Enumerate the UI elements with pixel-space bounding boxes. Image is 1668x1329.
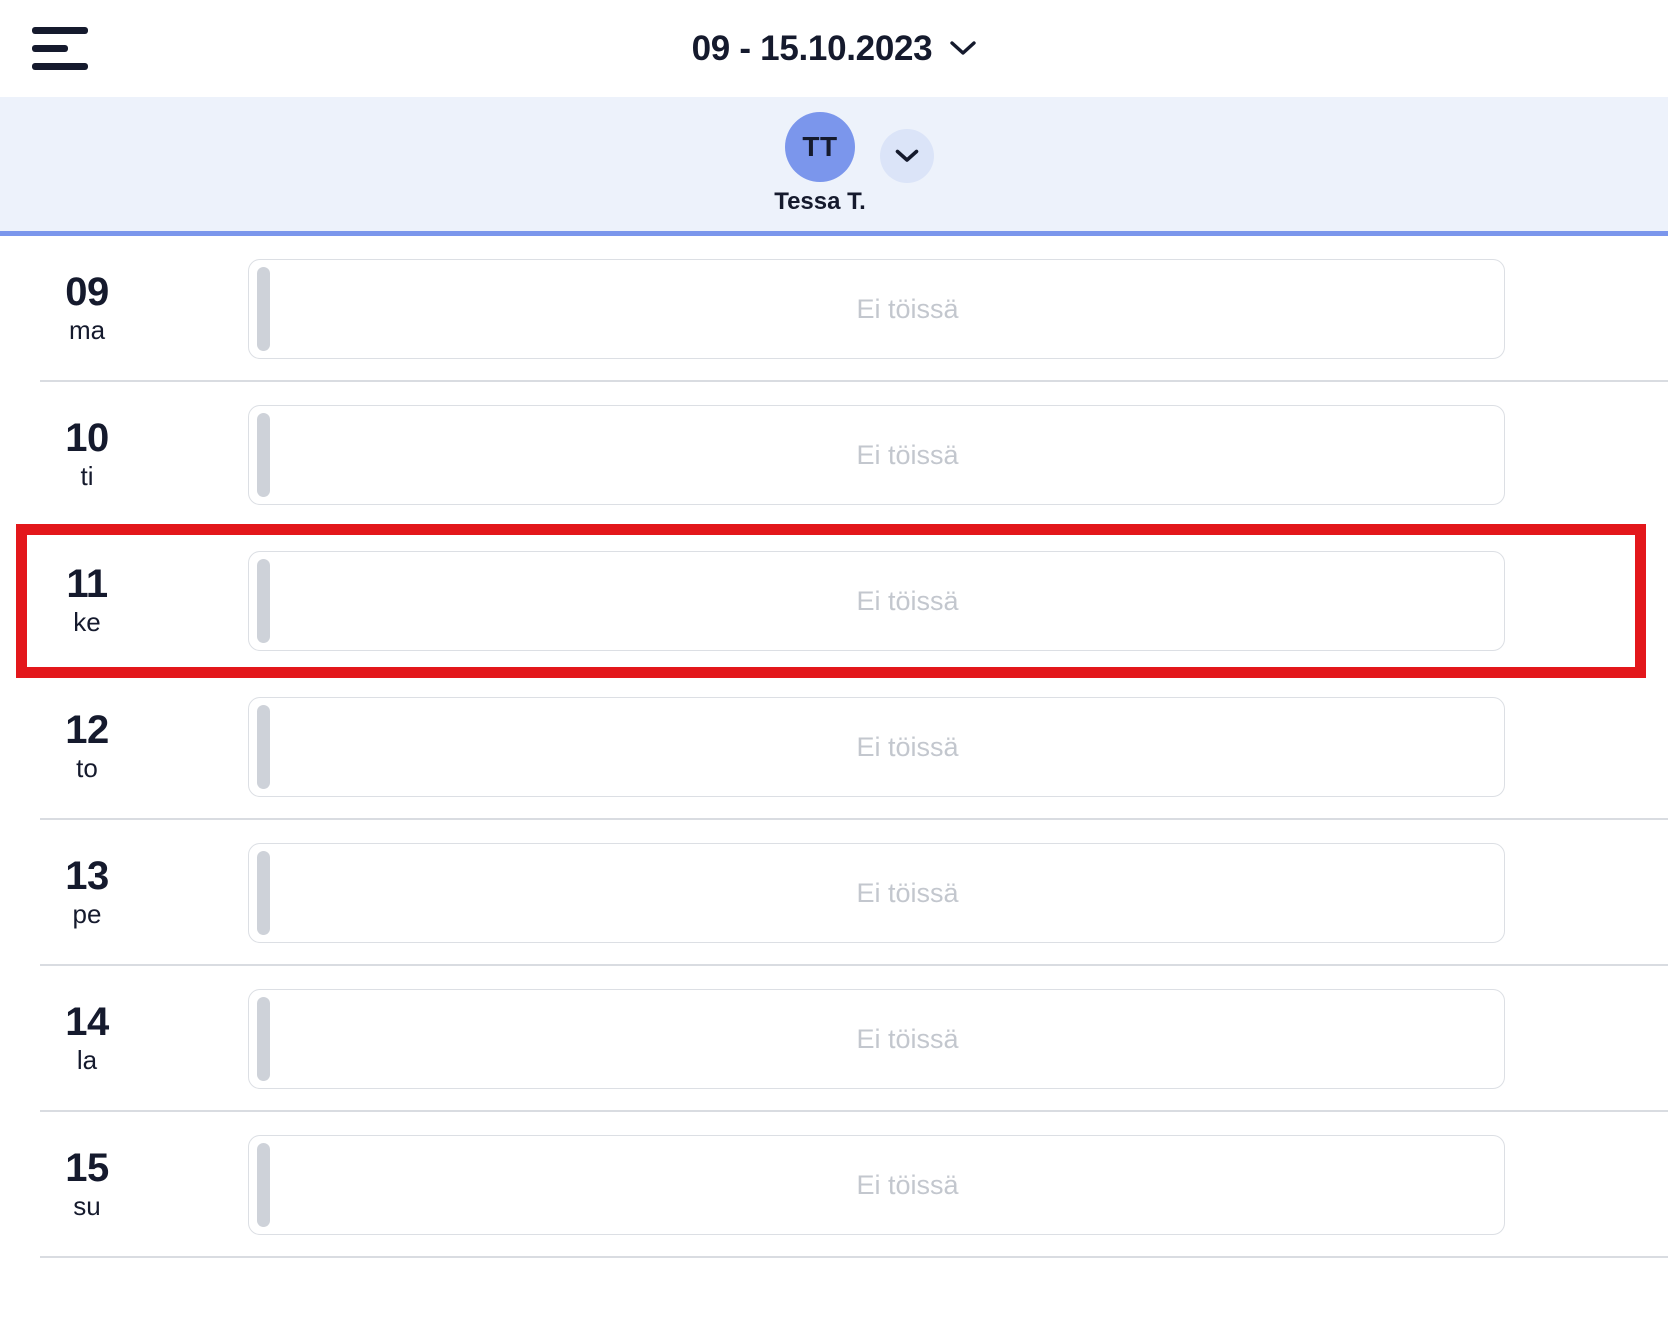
day-weekday-abbr: la [76,1045,98,1076]
shift-card-accent-bar [257,559,270,643]
day-date-cell: 09 ma [0,269,248,347]
row-divider [40,1256,1668,1258]
shift-card-accent-bar [257,267,270,351]
shift-card[interactable]: Ei töissä [248,1135,1505,1235]
weekly-schedule-screen: 09 - 15.10.2023 TT Tessa T. 09 ma Ei töiss… [0,0,1668,1329]
shift-status-label: Ei töissä [856,585,959,616]
shift-card[interactable]: Ei töissä [248,989,1505,1089]
user-name-label: Tessa T. [774,188,866,215]
day-row: 09 ma Ei töissä [0,236,1668,382]
day-date-cell: 11 ke [0,561,248,639]
day-row: 10 ti Ei töissä [0,382,1668,528]
day-row: 13 pe Ei töissä [0,820,1668,966]
day-weekday-abbr: to [76,753,98,784]
day-number: 14 [65,999,109,1044]
user-dropdown-button[interactable] [879,129,934,183]
user-selector-band: TT Tessa T. [0,97,1668,231]
chevron-down-icon [950,41,977,55]
day-weekday-abbr: ma [68,315,106,346]
chevron-down-icon [895,149,919,162]
page-title: 09 - 15.10.2023 [691,28,933,68]
current-user[interactable]: TT Tessa T. [774,112,866,216]
day-list: 09 ma Ei töissä 10 ti Ei töissä 11 ke Ei töissä 1… [0,236,1668,1258]
shift-status-label: Ei töissä [856,731,959,762]
day-weekday-abbr: ti [80,461,94,492]
day-row: 15 su Ei töissä [0,1112,1668,1258]
date-range-selector[interactable]: 09 - 15.10.2023 [0,29,1668,69]
day-number: 12 [65,707,109,752]
top-app-bar: 09 - 15.10.2023 [0,0,1668,97]
day-date-cell: 15 su [0,1145,248,1223]
day-number: 09 [65,269,109,314]
shift-card[interactable]: Ei töissä [248,405,1505,505]
shift-status-label: Ei töissä [856,293,959,324]
shift-card-accent-bar [257,997,270,1081]
shift-card[interactable]: Ei töissä [248,551,1505,651]
shift-card-accent-bar [257,1143,270,1227]
shift-status-label: Ei töissä [856,1023,959,1054]
day-date-cell: 13 pe [0,853,248,931]
shift-card[interactable]: Ei töissä [248,259,1505,359]
day-date-cell: 14 la [0,999,248,1077]
day-weekday-abbr: ke [73,607,101,638]
day-number: 13 [65,853,109,898]
shift-status-label: Ei töissä [856,439,959,470]
day-date-cell: 10 ti [0,415,248,493]
shift-card-accent-bar [257,705,270,789]
shift-card-accent-bar [257,851,270,935]
shift-status-label: Ei töissä [856,877,959,908]
shift-card[interactable]: Ei töissä [248,843,1505,943]
avatar: TT [784,112,855,182]
day-number: 10 [65,415,109,460]
shift-card-accent-bar [257,413,270,497]
day-row: 11 ke Ei töissä [0,528,1668,674]
day-number: 11 [66,561,108,606]
day-weekday-abbr: pe [72,899,102,930]
shift-card[interactable]: Ei töissä [248,697,1505,797]
day-number: 15 [65,1145,109,1190]
day-row: 12 to Ei töissä [0,674,1668,820]
user-selector-group: TT Tessa T. [774,112,934,216]
day-row: 14 la Ei töissä [0,966,1668,1112]
day-date-cell: 12 to [0,707,248,785]
shift-status-label: Ei töissä [856,1169,959,1200]
day-weekday-abbr: su [73,1191,101,1222]
